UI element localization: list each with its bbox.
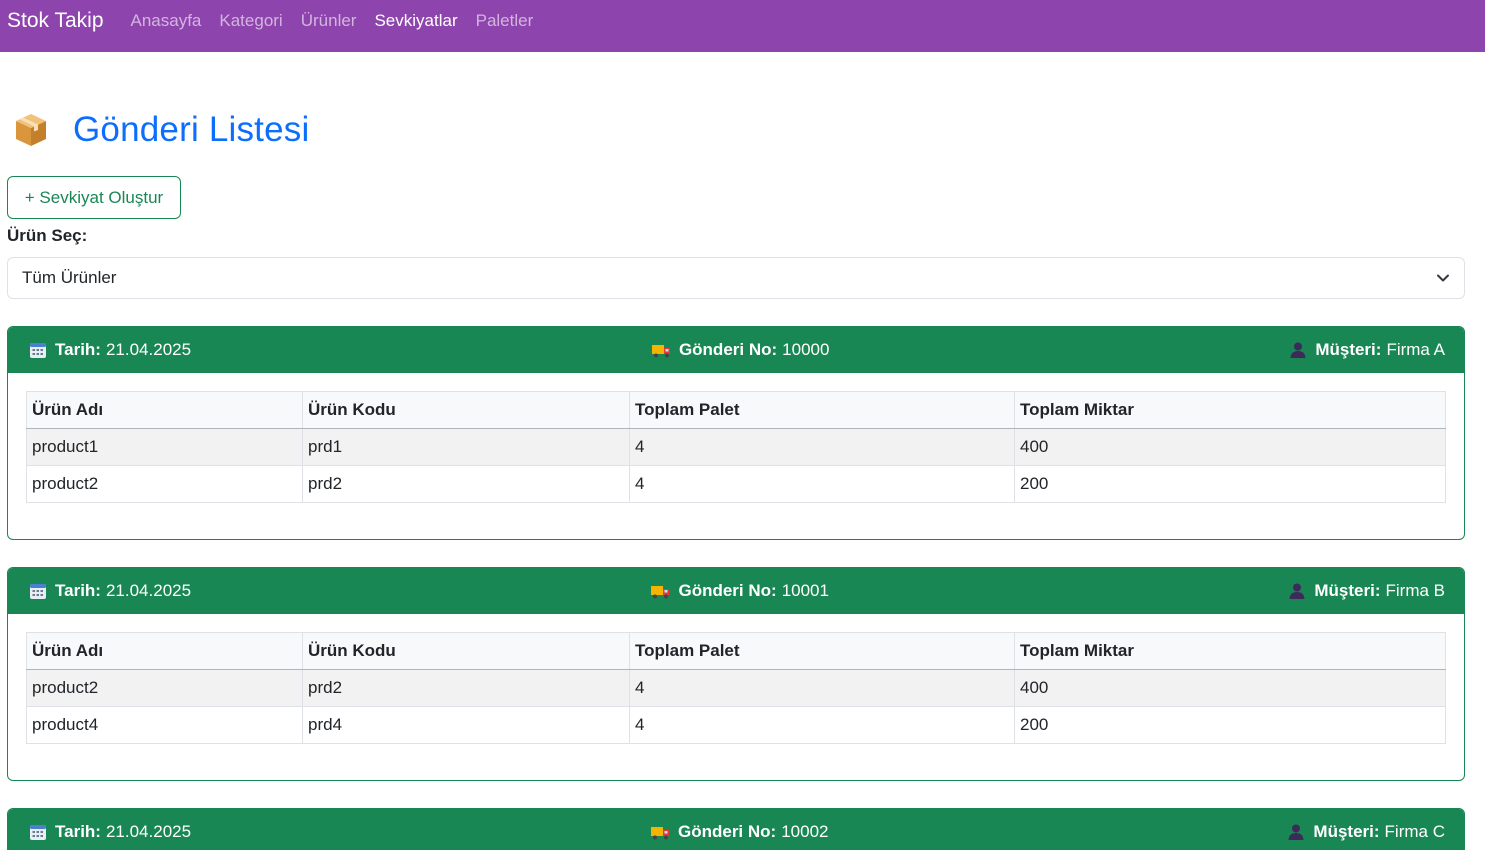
shipment-products-table: Ürün Adı Ürün Kodu Toplam Palet Toplam M… <box>26 391 1446 503</box>
cell-total-quantity: 400 <box>1014 428 1446 466</box>
calendar-icon <box>30 343 46 358</box>
column-header-total-pallets: Toplam Palet <box>629 632 1015 670</box>
delivery-truck-icon <box>651 586 670 599</box>
nav-item-paletler[interactable]: Paletler <box>476 0 534 42</box>
date-value: 21.04.2025 <box>105 581 192 600</box>
cell-total-quantity: 200 <box>1014 706 1446 744</box>
shipment-no-label: Gönderi No: <box>678 340 778 359</box>
shipment-card-header: Tarih: 21.04.2025 Gönderi No: 10000 Müşt… <box>8 327 1464 373</box>
date-label: Tarih: <box>55 340 101 359</box>
delivery-truck-icon <box>650 827 669 840</box>
table-row: product2 prd2 4 400 <box>26 669 1446 707</box>
cell-product-name: product1 <box>26 428 303 466</box>
column-header-product-code: Ürün Kodu <box>302 632 630 670</box>
product-filter-select[interactable]: Tüm Ürünler <box>7 257 1465 299</box>
nav-item-sevkiyatlar[interactable]: Sevkiyatlar <box>374 0 457 42</box>
shipment-no-value: 10001 <box>781 581 829 600</box>
shipment-number: Gönderi No: 10000 <box>651 340 830 360</box>
shipment-no-label: Gönderi No: <box>677 822 777 841</box>
shipment-card-header: Tarih: 21.04.2025 Gönderi No: 10001 Müşt… <box>8 568 1464 614</box>
shipment-date: Tarih: 21.04.2025 <box>29 581 191 601</box>
customer-value: Firma A <box>1386 340 1445 359</box>
shipment-customer: Müşteri: Firma C <box>1287 822 1445 842</box>
shipment-no-label: Gönderi No: <box>678 581 777 600</box>
shipment-date: Tarih: 21.04.2025 <box>29 340 191 360</box>
table-row: product4 prd4 4 200 <box>26 706 1446 744</box>
shipment-customer: Müşteri: Firma B <box>1288 581 1445 601</box>
table-row: product1 prd1 4 400 <box>26 428 1446 466</box>
shipment-no-value: 10000 <box>782 340 830 359</box>
customer-value: Firma B <box>1385 581 1446 600</box>
main-container: Gönderi Listesi + Sevkiyat Oluştur Ürün … <box>0 110 1485 850</box>
date-label: Tarih: <box>55 822 101 841</box>
page-title: Gönderi Listesi <box>73 110 310 149</box>
delivery-truck-icon <box>651 345 670 358</box>
create-shipment-button[interactable]: + Sevkiyat Oluştur <box>7 176 181 219</box>
shipment-card-header: Tarih: 21.04.2025 Gönderi No: 10002 Müşt… <box>8 809 1464 850</box>
column-header-product-code: Ürün Kodu <box>302 391 630 429</box>
shipment-date: Tarih: 21.04.2025 <box>29 822 191 842</box>
user-icon <box>1288 824 1304 840</box>
page-header: Gönderi Listesi <box>7 110 1465 150</box>
cell-total-pallets: 4 <box>629 669 1015 707</box>
cell-total-quantity: 400 <box>1014 669 1446 707</box>
shipment-number: Gönderi No: 10002 <box>650 822 829 842</box>
cell-product-code: prd1 <box>302 428 630 466</box>
customer-label: Müşteri: <box>1315 340 1382 359</box>
cell-total-pallets: 4 <box>629 465 1015 503</box>
top-navbar: Stok Takip Anasayfa Kategori Ürünler Sev… <box>0 0 1485 52</box>
cell-product-name: product2 <box>26 669 303 707</box>
calendar-icon <box>30 584 46 599</box>
cell-product-code: prd2 <box>302 669 630 707</box>
nav-item-urunler[interactable]: Ürünler <box>301 0 357 42</box>
customer-value: Firma C <box>1384 822 1445 841</box>
cell-product-code: prd4 <box>302 706 630 744</box>
table-row: product2 prd2 4 200 <box>26 465 1446 503</box>
table-header-row: Ürün Adı Ürün Kodu Toplam Palet Toplam M… <box>26 632 1446 670</box>
shipment-products-table: Ürün Adı Ürün Kodu Toplam Palet Toplam M… <box>26 632 1446 744</box>
cell-product-name: product4 <box>26 706 303 744</box>
shipment-card: Tarih: 21.04.2025 Gönderi No: 10000 Müşt… <box>7 326 1465 540</box>
shipment-no-value: 10002 <box>781 822 829 841</box>
calendar-icon <box>30 825 46 840</box>
cell-product-code: prd2 <box>302 465 630 503</box>
customer-label: Müşteri: <box>1313 822 1380 841</box>
column-header-total-pallets: Toplam Palet <box>629 391 1015 429</box>
column-header-product-name: Ürün Adı <box>26 391 303 429</box>
product-filter-label: Ürün Seç: <box>7 226 88 245</box>
column-header-total-quantity: Toplam Miktar <box>1014 391 1446 429</box>
shipment-card-body: Ürün Adı Ürün Kodu Toplam Palet Toplam M… <box>8 373 1464 539</box>
shipment-customer: Müşteri: Firma A <box>1289 340 1445 360</box>
nav-item-anasayfa[interactable]: Anasayfa <box>131 0 202 42</box>
cell-product-name: product2 <box>26 465 303 503</box>
cell-total-quantity: 200 <box>1014 465 1446 503</box>
date-value: 21.04.2025 <box>105 340 192 359</box>
customer-label: Müşteri: <box>1314 581 1381 600</box>
package-box-icon <box>16 114 46 146</box>
table-header-row: Ürün Adı Ürün Kodu Toplam Palet Toplam M… <box>26 391 1446 429</box>
shipment-card: Tarih: 21.04.2025 Gönderi No: 10002 Müşt… <box>7 808 1465 850</box>
user-icon <box>1290 342 1306 358</box>
cell-total-pallets: 4 <box>629 706 1015 744</box>
date-value: 21.04.2025 <box>105 822 192 841</box>
brand-logo[interactable]: Stok Takip <box>7 0 104 42</box>
column-header-product-name: Ürün Adı <box>26 632 303 670</box>
nav-item-kategori[interactable]: Kategori <box>219 0 282 42</box>
column-header-total-quantity: Toplam Miktar <box>1014 632 1446 670</box>
shipment-card-body: Ürün Adı Ürün Kodu Toplam Palet Toplam M… <box>8 614 1464 780</box>
cell-total-pallets: 4 <box>629 428 1015 466</box>
shipment-card: Tarih: 21.04.2025 Gönderi No: 10001 Müşt… <box>7 567 1465 781</box>
chevron-down-icon <box>1437 274 1449 282</box>
shipment-number: Gönderi No: 10001 <box>650 581 829 601</box>
user-icon <box>1289 583 1305 599</box>
product-filter-value: Tüm Ürünler <box>22 268 117 287</box>
date-label: Tarih: <box>55 581 101 600</box>
